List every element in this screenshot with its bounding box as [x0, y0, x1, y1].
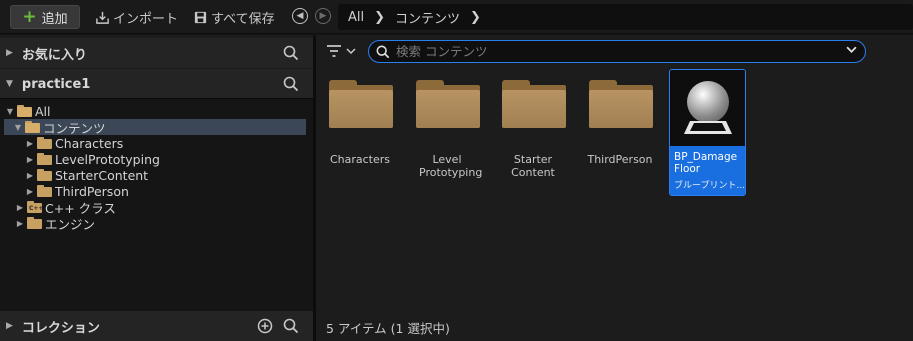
expanded-triangle-icon[interactable]: ▼ — [13, 123, 23, 132]
asset-type: ブループリント... — [674, 181, 746, 191]
chevron-right-icon[interactable]: ❯ — [374, 10, 385, 25]
tree-item-label: ThirdPerson — [55, 183, 129, 199]
favorites-title: お気に入り — [21, 47, 87, 63]
plus-icon: + — [22, 6, 37, 27]
tree-item-characters[interactable]: ▶ Characters — [0, 135, 313, 151]
search-field[interactable] — [368, 40, 866, 63]
project-header[interactable]: ▼ practice1 — [0, 69, 313, 99]
tree-item-content[interactable]: ▼ コンテンツ — [4, 119, 306, 136]
sphere-icon — [687, 81, 729, 123]
expanded-triangle-icon[interactable]: ▼ — [5, 107, 15, 116]
import-icon — [96, 11, 109, 24]
chevron-down-icon[interactable] — [846, 45, 857, 54]
filter-button[interactable] — [326, 44, 356, 58]
folder-tree: ▼ All ▼ コンテンツ ▶ Characters ▶ LevelProtot… — [0, 98, 313, 311]
folder-icon — [37, 185, 52, 197]
status-text: 5 アイテム (1 選択中) — [326, 321, 450, 336]
content-panel: Characters Level Prototyping Starter Con… — [316, 35, 913, 341]
search-icon[interactable] — [283, 45, 299, 61]
collapsed-triangle-icon[interactable]: ▶ — [25, 139, 35, 148]
save-all-button[interactable]: すべて保存 — [193, 6, 275, 28]
import-button[interactable]: インポート — [95, 6, 178, 28]
cpp-folder-icon: C++ — [27, 201, 43, 213]
folder-icon — [27, 217, 42, 229]
asset-label: Characters — [329, 153, 391, 166]
collapsed-triangle-icon[interactable]: ▶ — [6, 48, 13, 58]
folder-icon — [329, 80, 393, 128]
folder-icon — [37, 169, 52, 181]
folder-icon — [37, 153, 52, 165]
breadcrumb: All ❯ コンテンツ ❯ — [338, 4, 913, 30]
sources-panel: ▶ お気に入り ▼ practice1 ▼ All ▼ コンテンツ ▶ Char… — [0, 35, 313, 341]
folder-icon — [37, 137, 52, 149]
tree-item-label: エンジン — [45, 216, 96, 232]
save-icon — [194, 11, 207, 23]
asset-folder-characters[interactable]: Characters — [321, 69, 399, 166]
pedestal-icon — [684, 121, 732, 134]
tree-item-engine[interactable]: ▶ エンジン — [0, 215, 313, 232]
collapsed-triangle-icon[interactable]: ▶ — [6, 321, 13, 331]
asset-folder-startercontent[interactable]: Starter Content — [494, 69, 572, 179]
asset-folder-thirdperson[interactable]: ThirdPerson — [581, 69, 659, 166]
blueprint-thumbnail — [670, 70, 745, 146]
asset-blueprint-selected[interactable]: BP_Damage Floor ブループリント... — [669, 69, 746, 196]
tree-item-levelprototyping[interactable]: ▶ LevelPrototyping — [0, 151, 313, 167]
search-icon[interactable] — [283, 76, 299, 92]
forward-arrow-icon[interactable]: ▶ — [315, 8, 331, 24]
search-icon — [376, 45, 390, 58]
tree-item-label: コンテンツ — [43, 120, 106, 136]
asset-folder-levelprototyping[interactable]: Level Prototyping — [408, 69, 486, 179]
tree-item-label: Characters — [55, 135, 124, 151]
add-button-label: 追加 — [41, 11, 68, 27]
import-label: インポート — [113, 11, 179, 27]
collapsed-triangle-icon[interactable]: ▶ — [25, 187, 35, 196]
save-all-label: すべて保存 — [211, 11, 275, 27]
folder-open-icon — [17, 105, 32, 117]
search-icon[interactable] — [283, 318, 299, 334]
breadcrumb-item-content[interactable]: コンテンツ — [395, 8, 460, 27]
collections-title: コレクション — [21, 320, 100, 336]
toolbar: + 追加 インポート すべて保存 ◀ ▶ All ❯ コンテンツ ❯ — [0, 0, 913, 34]
chevron-down-icon — [346, 48, 356, 55]
folder-icon — [502, 80, 566, 128]
tree-item-label: All — [35, 103, 51, 119]
project-title: practice1 — [21, 76, 91, 92]
asset-label: Level Prototyping — [419, 153, 483, 179]
chevron-right-icon[interactable]: ❯ — [470, 10, 481, 25]
add-button[interactable]: + 追加 — [10, 5, 80, 29]
collapsed-triangle-icon[interactable]: ▶ — [15, 219, 25, 228]
collections-header[interactable]: ▶ コレクション — [0, 311, 313, 341]
breadcrumb-item-all[interactable]: All — [348, 10, 364, 25]
add-collection-icon[interactable] — [257, 318, 273, 334]
search-input[interactable] — [396, 44, 836, 59]
tree-item-label: LevelPrototyping — [55, 151, 160, 167]
folder-open-icon — [25, 121, 40, 133]
favorites-header[interactable]: ▶ お気に入り — [0, 38, 313, 68]
tree-item-startercontent[interactable]: ▶ StarterContent — [0, 167, 313, 183]
back-arrow-icon[interactable]: ◀ — [292, 8, 308, 24]
folder-icon — [589, 80, 653, 128]
asset-label: ThirdPerson — [587, 153, 653, 166]
tree-item-label: StarterContent — [55, 167, 149, 183]
folder-icon — [416, 80, 480, 128]
asset-label: Starter Content — [511, 153, 555, 179]
collapsed-triangle-icon[interactable]: ▶ — [25, 171, 35, 180]
collapsed-triangle-icon[interactable]: ▶ — [25, 155, 35, 164]
asset-name: BP_Damage Floor — [674, 151, 738, 175]
filter-icon — [327, 45, 341, 57]
expanded-triangle-icon[interactable]: ▼ — [6, 79, 13, 89]
collapsed-triangle-icon[interactable]: ▶ — [15, 203, 25, 212]
